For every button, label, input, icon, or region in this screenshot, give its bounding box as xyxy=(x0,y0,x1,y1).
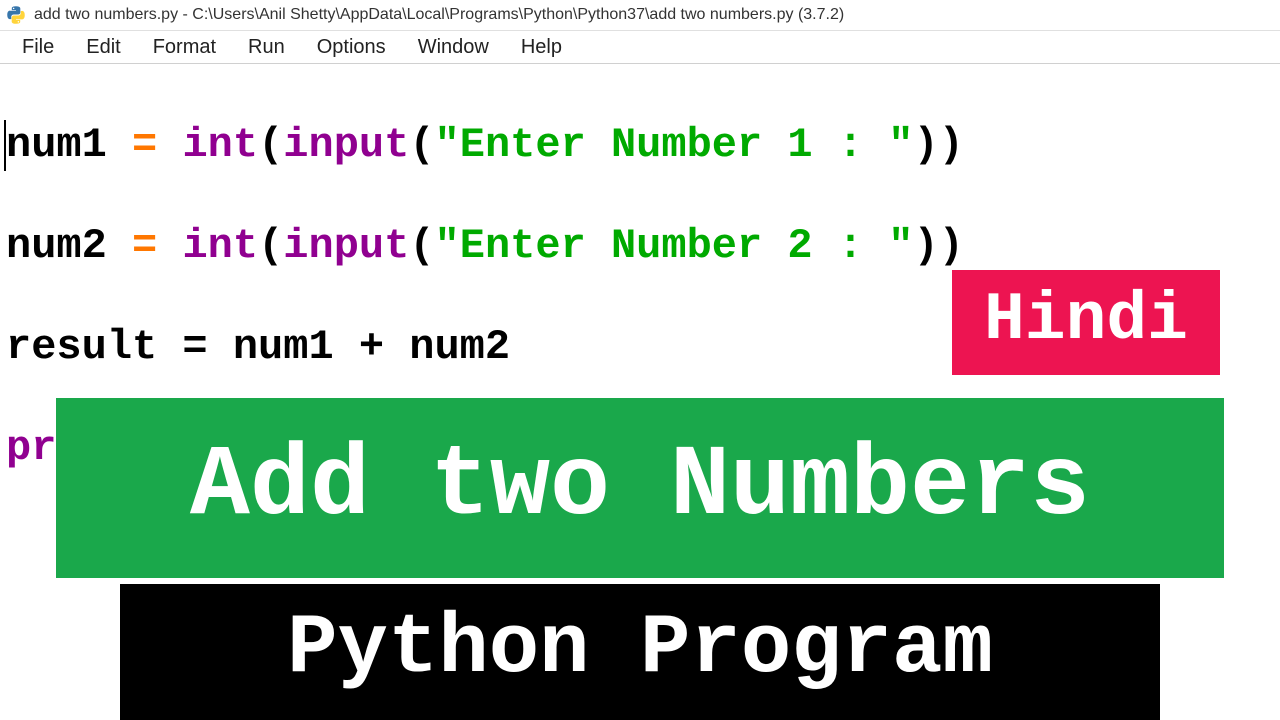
menu-options[interactable]: Options xyxy=(301,32,402,63)
code-line-1: num1 = int(input("Enter Number 1 : ")) xyxy=(4,120,1274,170)
window-title-bar: add two numbers.py - C:\Users\Anil Shett… xyxy=(0,0,1280,31)
overlay-subtitle-banner: Python Program xyxy=(120,584,1160,720)
menu-run[interactable]: Run xyxy=(232,32,301,63)
menu-edit[interactable]: Edit xyxy=(70,32,136,63)
overlay-hindi-badge: Hindi xyxy=(952,270,1220,375)
menu-window[interactable]: Window xyxy=(402,32,505,63)
menu-file[interactable]: File xyxy=(6,32,70,63)
python-icon xyxy=(6,5,26,25)
overlay-title-banner: Add two Numbers xyxy=(56,398,1224,578)
window-title: add two numbers.py - C:\Users\Anil Shett… xyxy=(34,6,844,24)
menu-bar: File Edit Format Run Options Window Help xyxy=(0,31,1280,64)
menu-format[interactable]: Format xyxy=(137,32,232,63)
code-line-2: num2 = int(input("Enter Number 2 : ")) xyxy=(6,221,1274,271)
menu-help[interactable]: Help xyxy=(505,32,578,63)
